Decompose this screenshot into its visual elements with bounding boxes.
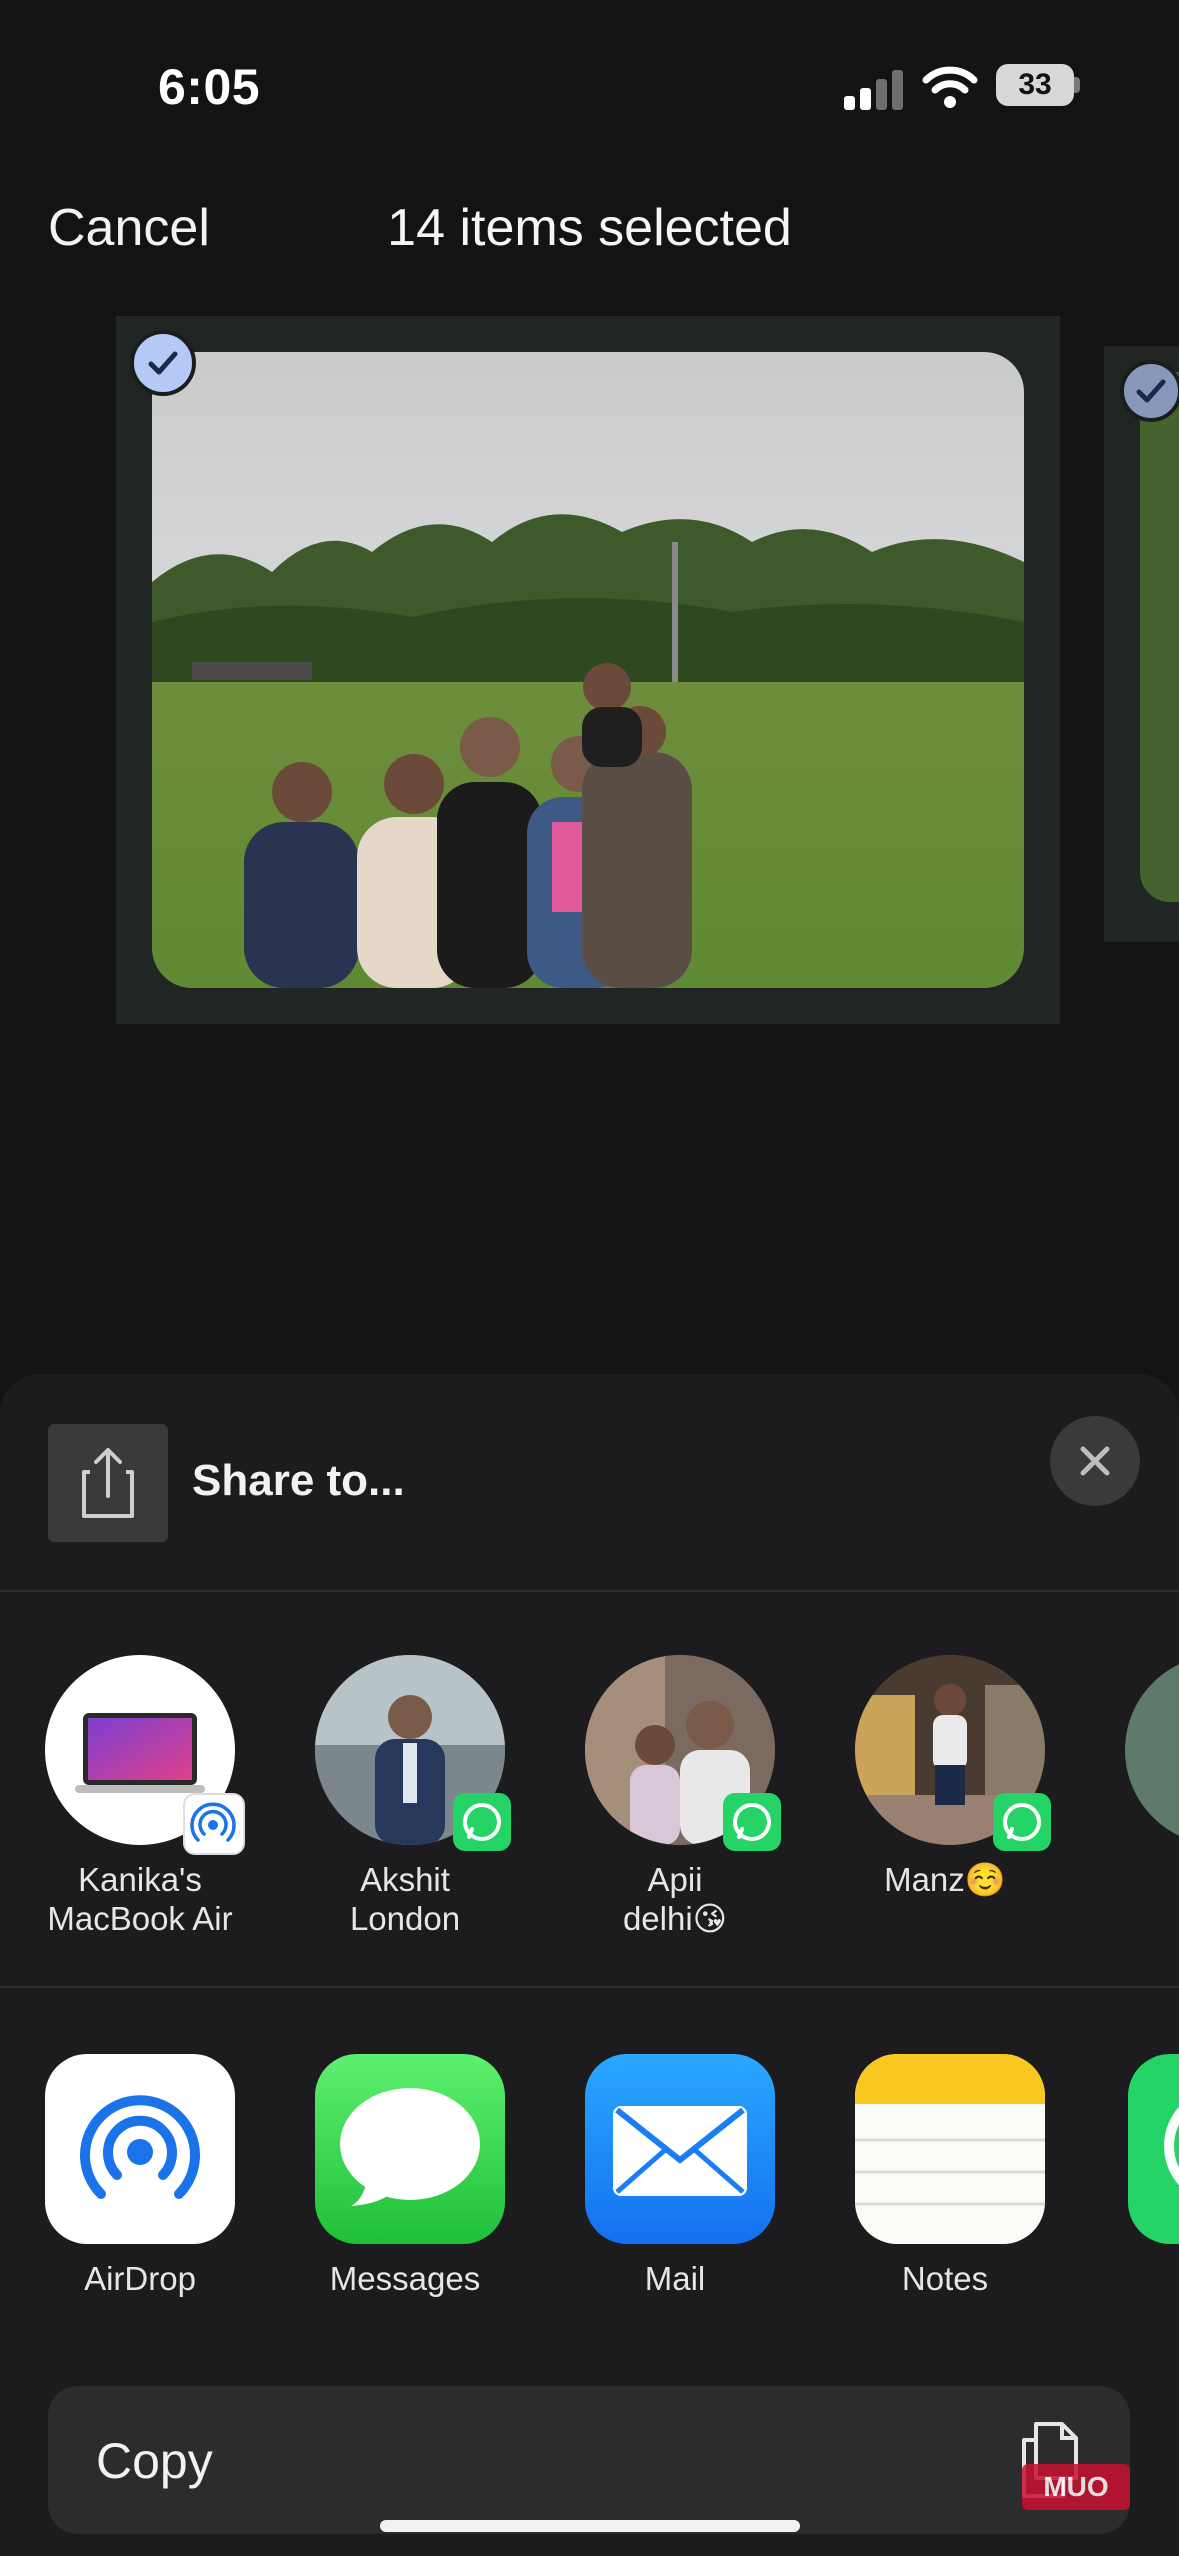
whatsapp-icon	[1128, 2054, 1179, 2244]
app-notes[interactable]: Notes	[810, 2054, 1080, 2314]
share-icon	[48, 1424, 168, 1542]
notes-icon	[855, 2054, 1045, 2244]
selected-checkmark[interactable]	[1120, 360, 1179, 422]
contact-item[interactable]: Manz☺️	[810, 1650, 1080, 1950]
contact-item[interactable]: Kanika's MacBook Air	[0, 1650, 270, 1950]
contact-name: Mo	[1080, 1860, 1179, 1899]
share-sheet	[0, 1374, 1179, 2556]
app-name: AirDrop	[84, 2260, 196, 2297]
divider	[0, 1986, 1179, 1988]
cancel-button[interactable]: Cancel	[48, 198, 210, 258]
app-name: Mail	[644, 2260, 706, 2297]
app-name: Notes	[901, 2260, 989, 2297]
airdrop-icon	[45, 2054, 235, 2244]
messages-icon	[315, 2054, 505, 2244]
watermark-logo: MUO	[1022, 2464, 1130, 2510]
contact-item[interactable]: Akshit London	[270, 1650, 540, 1950]
app-mail[interactable]: Mail	[540, 2054, 810, 2314]
whatsapp-badge	[993, 1793, 1051, 1851]
selected-checkmark[interactable]	[130, 330, 196, 396]
copy-label: Copy	[96, 2433, 213, 2489]
wifi-icon	[922, 66, 978, 108]
app-airdrop[interactable]: AirDrop	[0, 2054, 270, 2314]
whatsapp-badge	[723, 1793, 781, 1851]
signal-icon	[844, 70, 903, 110]
avatar	[1125, 1655, 1179, 1845]
app-name: Messages	[329, 2260, 481, 2297]
whatsapp-badge	[453, 1793, 511, 1851]
app-name: Wh	[1080, 2260, 1179, 2298]
status-time: 6:05	[158, 59, 261, 115]
app-whatsapp[interactable]: Wh	[1080, 2054, 1179, 2314]
close-icon	[1080, 1446, 1110, 1476]
contact-name: Akshit London	[349, 1861, 461, 1937]
divider	[0, 1590, 1179, 1592]
share-sheet-title: Share to...	[192, 1456, 405, 1505]
airdrop-badge	[183, 1793, 245, 1855]
contact-item[interactable]: Apii delhi😘	[540, 1650, 810, 1950]
close-button[interactable]	[1050, 1416, 1140, 1506]
contact-item[interactable]: Mo	[1080, 1650, 1179, 1950]
contact-name: Apii delhi😘	[622, 1861, 728, 1937]
mail-icon	[585, 2054, 775, 2244]
home-indicator	[380, 2520, 800, 2532]
contact-name: Kanika's MacBook Air	[47, 1861, 233, 1937]
app-messages[interactable]: Messages	[270, 2054, 540, 2314]
contact-name: Manz☺️	[884, 1861, 1006, 1898]
next-photo[interactable]	[1140, 372, 1179, 902]
battery-nub	[1074, 77, 1080, 93]
battery-indicator: 33	[996, 64, 1074, 106]
selected-photo[interactable]	[152, 352, 1024, 988]
